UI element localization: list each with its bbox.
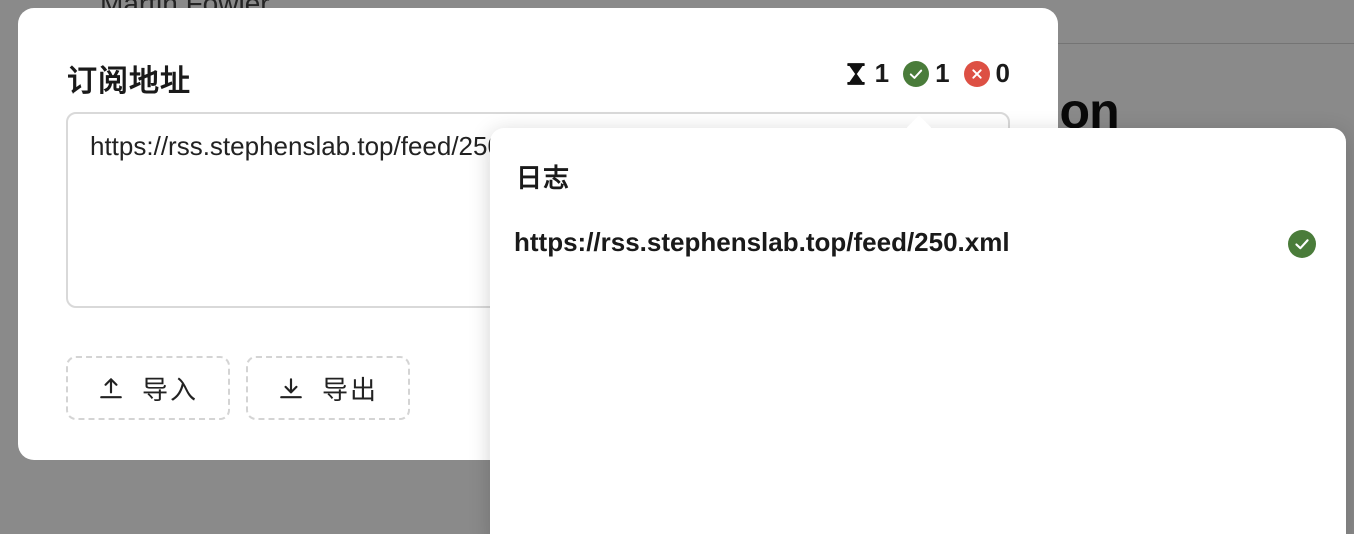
error-circle-icon	[963, 60, 990, 87]
import-button[interactable]: 导入	[66, 356, 230, 420]
error-counter[interactable]: 0	[963, 58, 1010, 89]
log-popover: 日志 https://rss.stephenslab.top/feed/250.…	[490, 115, 1346, 534]
upload-icon	[100, 378, 122, 399]
log-title: 日志	[516, 163, 571, 193]
log-entry: https://rss.stephenslab.top/feed/250.xml	[514, 226, 1316, 258]
check-circle-icon	[903, 60, 930, 87]
success-count: 1	[935, 58, 950, 88]
modal-title: 订阅地址	[67, 65, 191, 98]
error-count: 0	[995, 58, 1010, 88]
log-entry-url: https://rss.stephenslab.top/feed/250.xml	[514, 226, 1010, 257]
download-icon	[280, 378, 302, 399]
success-counter[interactable]: 1	[903, 58, 950, 89]
status-counters[interactable]: 1 1 0	[843, 58, 1010, 89]
export-label: 导出	[321, 374, 378, 405]
import-label: 导入	[141, 374, 198, 405]
hourglass-icon	[846, 62, 865, 85]
pending-count: 1	[874, 58, 890, 88]
check-circle-icon	[1288, 230, 1316, 258]
export-button[interactable]: 导出	[246, 356, 410, 420]
pending-counter[interactable]: 1	[843, 58, 889, 89]
